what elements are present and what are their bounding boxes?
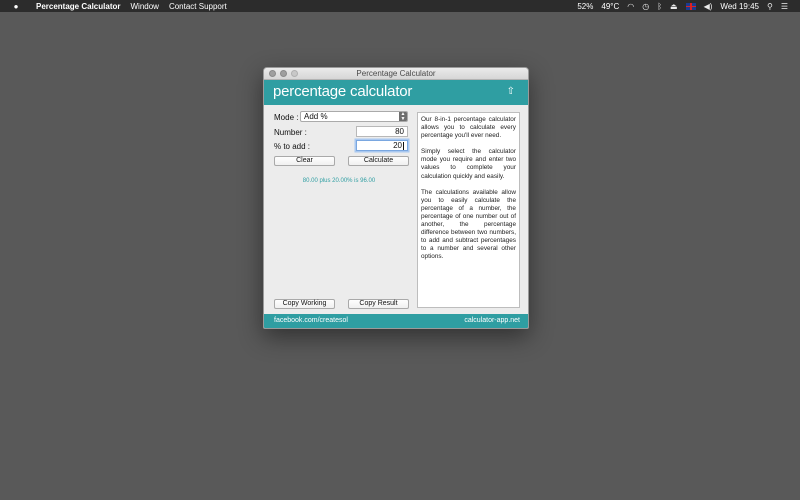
share-icon[interactable]: ⇧ — [507, 86, 515, 97]
volume-icon[interactable]: ◀) — [704, 2, 713, 11]
description-paragraph-3: The calculations available allow you to … — [421, 188, 516, 261]
percent-to-add-field[interactable]: 20 — [356, 140, 408, 151]
mode-label: Mode : — [274, 113, 299, 122]
bluetooth-icon[interactable]: ᛒ — [657, 2, 662, 11]
menu-window[interactable]: Window — [130, 2, 158, 11]
text-caret — [403, 141, 404, 150]
menu-contact-support[interactable]: Contact Support — [169, 2, 227, 11]
time-machine-icon[interactable]: ◷ — [642, 2, 649, 11]
minimize-window-button[interactable] — [280, 70, 287, 77]
status-area: 52% 49°C ◠ ◷ ᛒ ⏏ ◀) Wed 19:45 ⚲ ☰ — [577, 0, 788, 12]
menu-app-name[interactable]: Percentage Calculator — [36, 2, 120, 11]
number-label: Number : — [274, 128, 307, 137]
app-header: percentage calculator ⇧ — [264, 80, 528, 105]
window-title: Percentage Calculator — [356, 69, 436, 78]
wifi-icon[interactable]: ◠ — [627, 2, 634, 11]
brand-title: percentage calculator — [273, 83, 413, 100]
facebook-link[interactable]: facebook.com/createsol — [274, 317, 348, 324]
result-text: 80.00 plus 20.00% is 96.00 — [302, 178, 376, 184]
description-panel[interactable]: Our 8-in-1 percentage calculator allows … — [417, 112, 520, 308]
footer-bar: facebook.com/createsol calculator-app.ne… — [264, 314, 528, 328]
input-source-flag-icon[interactable] — [685, 2, 696, 10]
select-stepper-icon: ▲ ▼ — [399, 111, 407, 122]
mode-select-value: Add % — [304, 112, 328, 121]
apple-icon[interactable]: ● — [10, 2, 22, 11]
number-field-value: 80 — [395, 127, 404, 136]
eject-icon[interactable]: ⏏ — [670, 2, 678, 11]
copy-working-button[interactable]: Copy Working — [274, 299, 335, 309]
main-content: Mode : Add % ▲ ▼ Number : 80 % to add : 2… — [264, 106, 528, 316]
clear-button[interactable]: Clear — [274, 156, 335, 166]
temperature-readout[interactable]: 49°C — [601, 2, 619, 11]
clock[interactable]: Wed 19:45 — [720, 2, 759, 11]
close-window-button[interactable] — [269, 70, 276, 77]
zoom-window-button[interactable] — [291, 70, 298, 77]
mode-select[interactable]: Add % ▲ ▼ — [300, 111, 408, 122]
description-paragraph-1: Our 8-in-1 percentage calculator allows … — [421, 116, 516, 140]
app-window: Percentage Calculator percentage calcula… — [263, 67, 529, 329]
battery-percentage[interactable]: 52% — [577, 2, 593, 11]
number-field[interactable]: 80 — [356, 126, 408, 137]
percent-field-value: 20 — [393, 141, 402, 150]
copy-result-button[interactable]: Copy Result — [348, 299, 409, 309]
menu-bar: ● Percentage Calculator Window Contact S… — [0, 0, 800, 12]
spotlight-search-icon[interactable]: ⚲ — [767, 2, 773, 11]
percent-to-add-label: % to add : — [274, 142, 311, 151]
calculate-button[interactable]: Calculate — [348, 156, 409, 166]
description-paragraph-2: Simply select the calculator mode you re… — [421, 148, 516, 180]
notification-center-icon[interactable]: ☰ — [781, 2, 788, 11]
title-bar[interactable]: Percentage Calculator — [264, 68, 528, 80]
website-link[interactable]: calculator-app.net — [464, 317, 520, 324]
